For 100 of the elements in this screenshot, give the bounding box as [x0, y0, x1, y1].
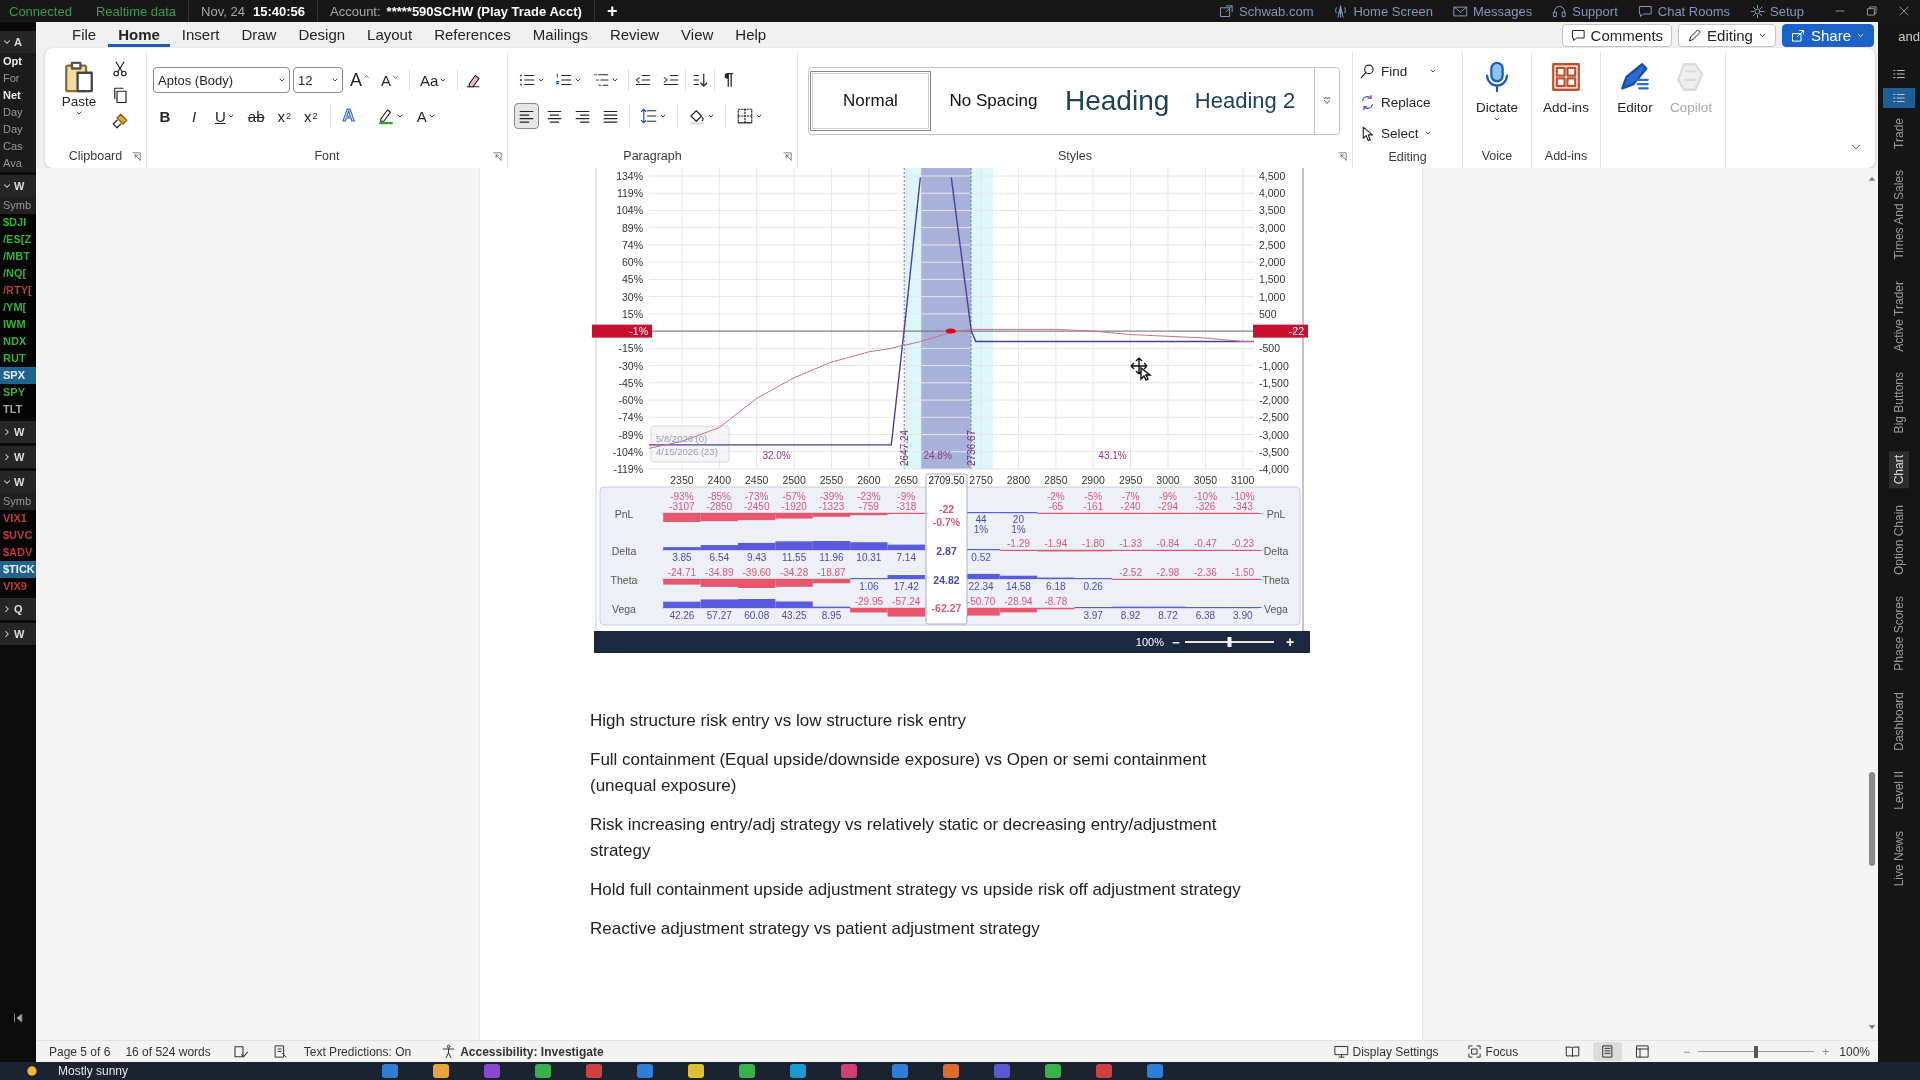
side-tab[interactable]: Option Chain [1889, 500, 1909, 579]
change-case-button[interactable]: Aa [416, 67, 452, 93]
zoom-track[interactable] [1184, 637, 1275, 647]
sort-icon[interactable] [691, 71, 709, 89]
paintbrush-icon[interactable] [111, 112, 129, 130]
app-icon[interactable] [637, 1064, 654, 1078]
watchlist-row[interactable]: NDX [0, 333, 36, 350]
comments-button[interactable]: Comments [1561, 23, 1673, 47]
ribbon-tab[interactable]: Home [108, 23, 170, 47]
side-tab[interactable]: Dashboard [1889, 687, 1909, 755]
app-icon[interactable] [433, 1064, 450, 1078]
toolbar-link[interactable]: Chat Rooms [1637, 3, 1730, 19]
underline-button[interactable]: U [211, 103, 239, 129]
scroll-up-icon[interactable] [1867, 174, 1877, 184]
ribbon-tab[interactable]: Insert [171, 23, 230, 47]
watchlist-row[interactable]: /MBT [0, 248, 36, 265]
side-tab[interactable]: Phase Scores [1889, 592, 1909, 675]
dialog-launcher-icon[interactable] [131, 150, 142, 162]
font-color-button[interactable]: A [412, 103, 440, 129]
watchlist-row[interactable]: TLT [0, 401, 36, 418]
zoom-in-button[interactable]: + [1285, 634, 1295, 650]
watchlist-row[interactable]: VIX1 [0, 510, 36, 527]
show-marks-button[interactable]: ¶ [720, 67, 738, 93]
style-option[interactable]: Heading [1056, 71, 1180, 131]
strikethrough-button[interactable]: ab [243, 103, 269, 129]
side-tab[interactable]: Trade [1889, 114, 1909, 153]
watchlist-row[interactable]: /NQ[ [0, 265, 36, 282]
editing-button[interactable]: Editing [1678, 23, 1776, 47]
paste-button[interactable]: Paste [59, 52, 99, 144]
toolbar-link[interactable]: Setup [1750, 3, 1804, 19]
watchlist-row[interactable]: /ES[Z [0, 231, 36, 248]
app-icon[interactable] [892, 1064, 909, 1078]
app-icon[interactable] [382, 1064, 399, 1078]
document-search-icon[interactable] [272, 1044, 288, 1059]
select-button[interactable]: Select [1359, 120, 1438, 146]
ribbon-tab[interactable]: Draw [231, 23, 287, 47]
chevron-right-icon[interactable] [2, 629, 12, 639]
bold-button[interactable]: B [153, 103, 177, 129]
find-button[interactable]: Find [1359, 58, 1438, 84]
style-option[interactable]: No Spacing [933, 71, 1054, 131]
toolbar-link[interactable]: Home Screen [1333, 3, 1433, 19]
side-tab[interactable]: Chart [1889, 450, 1909, 488]
watchlist-row[interactable]: /YM[ [0, 299, 36, 316]
app-icon[interactable] [535, 1064, 552, 1078]
grow-font-button[interactable]: A [346, 67, 374, 93]
ribbon-tab[interactable]: Design [288, 23, 356, 47]
superscript-button[interactable]: x$^{2}$ [300, 103, 322, 129]
display-settings-button[interactable]: Display Settings [1333, 1044, 1439, 1059]
scrollbar-thumb[interactable] [1869, 772, 1875, 866]
restore-icon[interactable] [1865, 4, 1879, 18]
ribbon-tab[interactable]: View [671, 23, 724, 47]
style-option[interactable]: Heading 2 [1182, 71, 1308, 131]
app-icon[interactable] [1147, 1064, 1164, 1078]
watchlist-row[interactable]: SPY [0, 384, 36, 401]
close-icon[interactable] [1897, 4, 1911, 18]
scroll-down-icon[interactable] [1867, 1022, 1877, 1032]
copy-icon[interactable] [111, 86, 129, 104]
style-option[interactable]: Normal [810, 71, 931, 131]
editor-button[interactable]: Editor [1607, 52, 1663, 144]
dialog-launcher-icon[interactable] [782, 150, 793, 162]
ribbon-tab[interactable]: Review [599, 23, 670, 47]
app-icon[interactable] [790, 1064, 807, 1078]
watchlist-row[interactable]: SPX [0, 367, 36, 384]
chevron-right-icon[interactable] [2, 427, 12, 437]
watchlist-row[interactable]: RUT [0, 350, 36, 367]
side-tab[interactable]: Times And Sales [1889, 165, 1909, 264]
chevron-down-icon[interactable] [2, 477, 12, 487]
side-tab[interactable]: Level II [1889, 767, 1909, 815]
proofing-icon[interactable] [232, 1043, 249, 1060]
chevron-right-icon[interactable] [2, 604, 12, 614]
app-icon[interactable] [688, 1064, 705, 1078]
print-view-button[interactable] [1593, 1042, 1623, 1061]
chevron-down-icon[interactable] [2, 37, 12, 47]
dialog-launcher-icon[interactable] [1337, 150, 1348, 162]
zoom-out-button[interactable]: − [1172, 634, 1180, 650]
side-tab[interactable]: Active Trader [1889, 276, 1909, 356]
side-tab[interactable]: Big Buttons [1889, 368, 1909, 438]
ribbon-tab[interactable]: Help [725, 23, 777, 47]
chevron-down-icon[interactable] [2, 181, 12, 191]
toolbar-link[interactable]: Messages [1452, 3, 1533, 19]
zoom-thumb[interactable] [1227, 637, 1232, 647]
scissors-icon[interactable] [111, 60, 129, 78]
app-icon[interactable] [943, 1064, 960, 1078]
toolbar-link[interactable]: Support [1552, 3, 1618, 19]
font-size-dropdown[interactable]: 12 [293, 67, 343, 93]
text-predictions-status[interactable]: Text Predictions: On [303, 1044, 412, 1059]
watchlist-row[interactable]: IWM [0, 316, 36, 333]
dialog-launcher-icon[interactable] [492, 150, 503, 162]
accessibility-status[interactable]: Accessibility: Investigate [460, 1044, 604, 1059]
watchlist-row[interactable]: VIX9 [0, 578, 36, 595]
dictate-button[interactable]: Dictate [1469, 52, 1525, 144]
weather-text[interactable]: Mostly sunny [58, 1064, 129, 1078]
ribbon-tab[interactable]: File [62, 23, 107, 47]
zoom-thumb[interactable] [1754, 1045, 1759, 1058]
sun-icon[interactable] [24, 1063, 40, 1079]
ribbon-tab[interactable]: References [424, 23, 521, 47]
font-name-dropdown[interactable]: Aptos (Body) [153, 67, 290, 93]
accessibility-icon[interactable] [441, 1044, 457, 1059]
app-icon[interactable] [1045, 1064, 1062, 1078]
italic-button[interactable]: I [182, 103, 206, 129]
